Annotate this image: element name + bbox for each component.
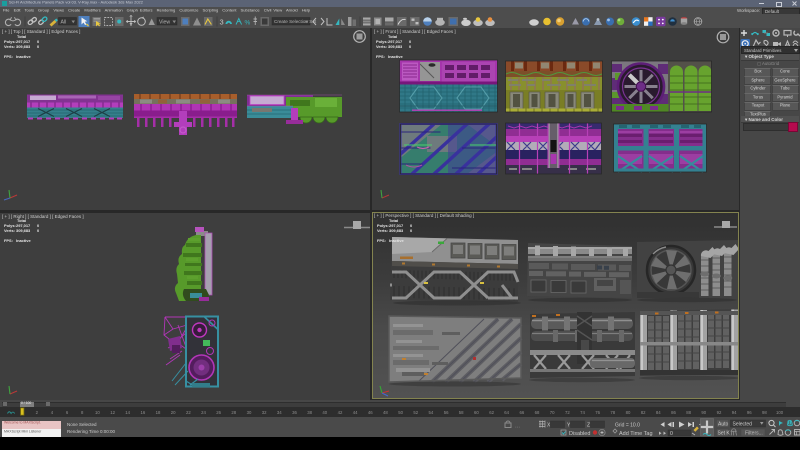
svg-text:68: 68	[535, 410, 540, 415]
svg-text:82: 82	[641, 410, 646, 415]
svg-text:28: 28	[231, 410, 236, 415]
svg-text:100: 100	[776, 410, 784, 415]
svg-text:24: 24	[201, 410, 206, 415]
svg-text:94: 94	[732, 410, 737, 415]
svg-text:10: 10	[95, 410, 100, 415]
svg-text:Set K: Set K	[718, 431, 731, 437]
svg-text:58: 58	[459, 410, 464, 415]
svg-text:48: 48	[383, 410, 388, 415]
svg-text:22: 22	[186, 410, 191, 415]
svg-text:36: 36	[292, 410, 297, 415]
svg-text:Create Selection Set: Create Selection Set	[274, 19, 317, 24]
svg-text:3: 3	[220, 18, 224, 27]
svg-text:96: 96	[747, 410, 752, 415]
svg-text:View: View	[159, 19, 170, 25]
svg-text:...: ...	[515, 424, 520, 430]
svg-text:90: 90	[701, 410, 706, 415]
svg-text:%: %	[245, 20, 251, 27]
svg-text:54: 54	[429, 410, 434, 415]
svg-text:46: 46	[368, 410, 373, 415]
svg-text:70: 70	[550, 410, 555, 415]
svg-text:40: 40	[322, 410, 327, 415]
svg-text:66: 66	[520, 410, 525, 415]
svg-text:98: 98	[762, 410, 767, 415]
svg-text:56: 56	[444, 410, 449, 415]
svg-text:14: 14	[125, 410, 130, 415]
svg-text:50: 50	[398, 410, 403, 415]
svg-text:92: 92	[717, 410, 722, 415]
svg-text:16: 16	[141, 410, 146, 415]
svg-text:52: 52	[413, 410, 418, 415]
svg-text:76: 76	[595, 410, 600, 415]
svg-text:18: 18	[156, 410, 161, 415]
svg-text:88: 88	[686, 410, 691, 415]
svg-text:Filters...: Filters...	[745, 431, 763, 437]
svg-text:20: 20	[171, 410, 176, 415]
svg-text:80: 80	[626, 410, 631, 415]
svg-text:All: All	[61, 19, 67, 25]
svg-text:42: 42	[338, 410, 343, 415]
svg-text:64: 64	[504, 410, 509, 415]
svg-text:72: 72	[565, 410, 570, 415]
svg-text:78: 78	[610, 410, 615, 415]
svg-text:12: 12	[110, 410, 115, 415]
svg-text:44: 44	[353, 410, 358, 415]
svg-text:Auto: Auto	[718, 422, 729, 428]
svg-text:74: 74	[580, 410, 585, 415]
svg-text:26: 26	[216, 410, 221, 415]
svg-text:84: 84	[656, 410, 661, 415]
svg-text:Grid = 10.0: Grid = 10.0	[615, 423, 640, 429]
svg-text:30: 30	[247, 410, 252, 415]
svg-text:38: 38	[307, 410, 312, 415]
svg-text:34: 34	[277, 410, 282, 415]
svg-text:Selected: Selected	[733, 422, 753, 428]
svg-text:86: 86	[671, 410, 676, 415]
svg-text:32: 32	[262, 410, 267, 415]
svg-text:60: 60	[474, 410, 479, 415]
svg-text:62: 62	[489, 410, 494, 415]
